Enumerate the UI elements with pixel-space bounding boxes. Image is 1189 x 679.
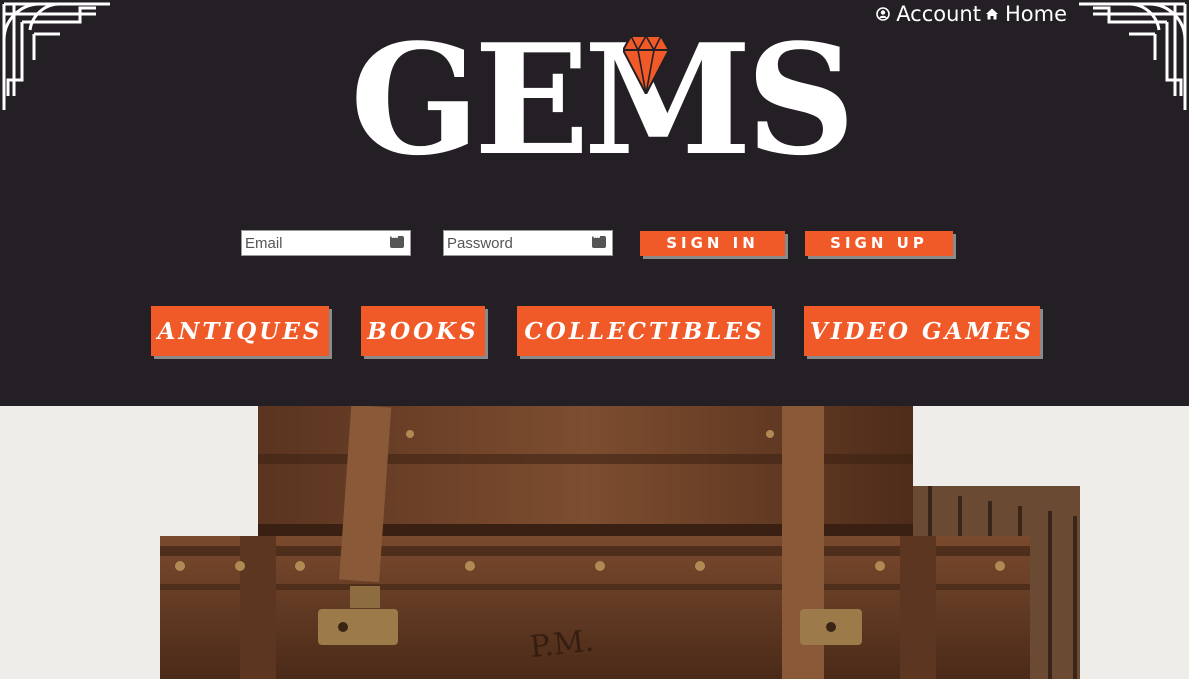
site-header: Account Home GEMS SIGN IN SIGN UP: [0, 0, 1189, 406]
password-manager-icon[interactable]: [390, 232, 404, 248]
category-books-button[interactable]: BOOKS: [361, 306, 485, 356]
category-collectibles-button[interactable]: COLLECTIBLES: [517, 306, 772, 356]
login-form: SIGN IN SIGN UP: [241, 230, 953, 256]
sign-in-button[interactable]: SIGN IN: [640, 230, 785, 256]
account-link[interactable]: Account: [876, 2, 981, 26]
password-input[interactable]: [444, 231, 587, 255]
user-icon: [876, 7, 890, 21]
hero-banner: P.M.: [0, 406, 1189, 679]
logo-wordmark: GEMS: [350, 10, 856, 189]
category-antiques-button[interactable]: ANTIQUES: [151, 306, 329, 356]
email-input[interactable]: [242, 231, 385, 255]
diamond-gem-icon: [623, 36, 669, 94]
category-video-games-button[interactable]: VIDEO GAMES: [804, 306, 1040, 356]
account-link-label: Account: [896, 2, 981, 26]
top-nav: Account Home: [876, 2, 1067, 26]
art-deco-corner-left-icon: [2, 2, 110, 110]
suitcase-monogram: P.M.: [528, 624, 595, 665]
password-manager-icon[interactable]: [592, 232, 606, 248]
password-field: [443, 230, 613, 256]
home-link-label: Home: [1004, 2, 1067, 26]
art-deco-corner-right-icon: [1079, 2, 1187, 110]
gems-logo[interactable]: GEMS: [350, 24, 856, 176]
home-link[interactable]: Home: [985, 2, 1067, 26]
sign-up-button[interactable]: SIGN UP: [805, 230, 953, 256]
home-icon: [985, 8, 998, 20]
email-field: [241, 230, 411, 256]
stacked-vintage-suitcases-image: P.M.: [0, 406, 1189, 679]
